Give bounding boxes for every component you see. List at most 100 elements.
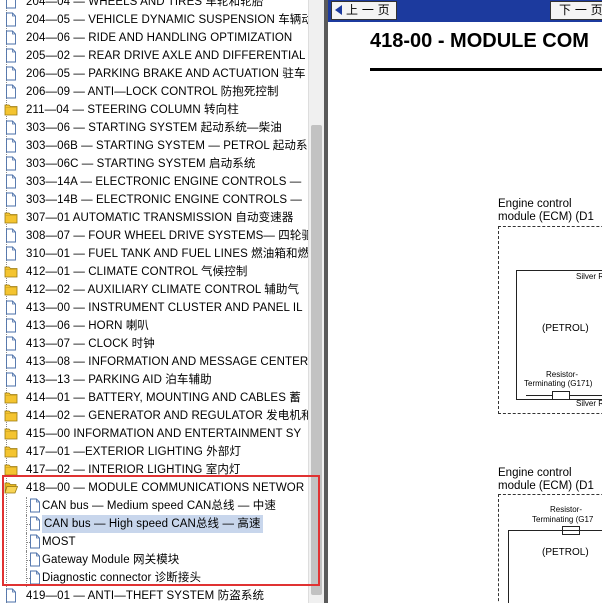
folder-icon [4,210,18,225]
document-icon [4,156,18,171]
folder-icon [4,390,18,405]
tree-item[interactable]: 414—01 — BATTERY, MOUNTING AND CABLES 蓄 [0,389,308,407]
tree-item[interactable]: 204—05 — VEHICLE DYNAMIC SUSPENSION 车辆动 [0,11,308,29]
tree-item[interactable]: 413—06 — HORN 喇叭 [0,317,308,335]
folder-icon [4,444,18,459]
tree-item[interactable]: 413—00 — INSTRUMENT CLUSTER AND PANEL IL [0,299,308,317]
diagram1-silver-top: Silver R [576,272,602,281]
tree-item[interactable]: 303—06C — STARTING SYSTEM 启动系统 [0,155,308,173]
tree-item-label: 310—01 — FUEL TANK AND FUEL LINES 燃油箱和燃 [26,248,308,260]
diagram1-resistor-line2: Terminating (G171) [524,379,593,388]
diagram2-ecm-line1: Engine control [498,467,572,479]
tree-item[interactable]: 417—01 —EXTERIOR LIGHTING 外部灯 [0,443,308,461]
tree-item[interactable]: 310—01 — FUEL TANK AND FUEL LINES 燃油箱和燃 [0,245,308,263]
tree-item-label: 413—06 — HORN 喇叭 [26,320,150,332]
tree-item-label: 413—07 — CLOCK 时钟 [26,338,155,350]
tree-item-label: 413—08 — INFORMATION AND MESSAGE CENTER [26,356,308,368]
document-panel: 上 一 页 下 一 页 418-00 - MODULE COM Engine c… [328,0,602,603]
tree-item-label: 303—06C — STARTING SYSTEM 启动系统 [26,158,256,170]
document-icon [4,84,18,99]
left-arrow-icon [335,5,342,15]
tree-item[interactable]: 419—01 — ANTI—THEFT SYSTEM 防盗系统 [0,587,308,603]
document-icon [4,0,18,9]
tree-item[interactable]: 308—07 — FOUR WHEEL DRIVE SYSTEMS— 四轮驱 [0,227,308,245]
tree-item-label: 412—01 — CLIMATE CONTROL 气候控制 [26,266,248,278]
tree-item[interactable]: 205—02 — REAR DRIVE AXLE AND DIFFERENTIA… [0,47,308,65]
tree-item-label: 307—01 AUTOMATIC TRANSMISSION 自动变速器 [26,212,294,224]
tree-item-label: 204—05 — VEHICLE DYNAMIC SUSPENSION 车辆动 [26,14,308,26]
tree-item[interactable]: 211—04 — STEERING COLUMN 转向柱 [0,101,308,119]
document-icon [4,120,18,135]
tree-item-label: 206—05 — PARKING BRAKE AND ACTUATION 驻车 [26,68,306,80]
tree-item[interactable]: 206—09 — ANTI—LOCK CONTROL 防抱死控制 [0,83,308,101]
document-icon [4,354,18,369]
tree-item-label: 413—13 — PARKING AID 泊车辅助 [26,374,212,386]
tree-item-label: 413—00 — INSTRUMENT CLUSTER AND PANEL IL [26,302,303,314]
tree-item[interactable]: 415—00 INFORMATION AND ENTERTAINMENT SY [0,425,308,443]
diagram2-petrol-label: (PETROL) [542,547,589,558]
document-icon [4,300,18,315]
document-icon [4,174,18,189]
document-icon [4,48,18,63]
tree-item[interactable]: 303—14B — ELECTRONIC ENGINE CONTROLS — [0,191,308,209]
tree-item-label: 211—04 — STEERING COLUMN 转向柱 [26,104,239,116]
tree-item[interactable]: 412—02 — AUXILIARY CLIMATE CONTROL 辅助气 [0,281,308,299]
folder-icon [4,282,18,297]
diagram2-module-box [508,530,602,603]
document-icon [4,372,18,387]
tree-item[interactable]: 204—04 — WHEELS AND TIRES 车轮和轮胎 [0,0,308,11]
tree-item-label: 417—01 —EXTERIOR LIGHTING 外部灯 [26,446,242,458]
previous-page-button[interactable]: 上 一 页 [331,1,397,20]
tree-item[interactable]: 303—06B — STARTING SYSTEM — PETROL 起动系 [0,137,308,155]
tree-item-label: 414—01 — BATTERY, MOUNTING AND CABLES 蓄 [26,392,301,404]
document-icon [4,138,18,153]
tree-item[interactable]: 413—07 — CLOCK 时钟 [0,335,308,353]
highlight-box [2,475,320,586]
folder-icon [4,426,18,441]
document-icon [4,588,18,603]
diagram1-petrol-label: (PETROL) [542,323,589,334]
folder-icon [4,102,18,117]
tree-item[interactable]: 303—14A — ELECTRONIC ENGINE CONTROLS — [0,173,308,191]
tree-item[interactable]: 303—06 — STARTING SYSTEM 起动系统—柴油 [0,119,308,137]
tree-item[interactable]: 412—01 — CLIMATE CONTROL 气候控制 [0,263,308,281]
tree-item[interactable]: 414—02 — GENERATOR AND REGULATOR 发电机和 [0,407,308,425]
document-icon [4,30,18,45]
tree-item-label: 303—14B — ELECTRONIC ENGINE CONTROLS — [26,194,303,206]
diagram2-resistor-line1: Resistor- [550,505,583,514]
diagram2-ecm-line2: module (ECM) (D1 [498,480,594,492]
tree-item[interactable]: 206—05 — PARKING BRAKE AND ACTUATION 驻车 [0,65,308,83]
document-icon [4,12,18,27]
tree-item[interactable]: 204—06 — RIDE AND HANDLING OPTIMIZATION [0,29,308,47]
document-icon [4,336,18,351]
tree-item-label: 303—06B — STARTING SYSTEM — PETROL 起动系 [26,140,308,152]
title-rule [370,68,602,71]
previous-page-label: 上 一 页 [346,3,390,17]
tree-item-label: 419—01 — ANTI—THEFT SYSTEM 防盗系统 [26,590,265,602]
tree-item[interactable]: 413—08 — INFORMATION AND MESSAGE CENTER [0,353,308,371]
diagram2-resistor-line2: Terminating (G17 [532,515,594,524]
tree-item-label: 303—06 — STARTING SYSTEM 起动系统—柴油 [26,122,282,134]
tree-item-label: 412—02 — AUXILIARY CLIMATE CONTROL 辅助气 [26,284,300,296]
tree-item-label: 205—02 — REAR DRIVE AXLE AND DIFFERENTIA… [26,50,306,62]
tree-item-label: 414—02 — GENERATOR AND REGULATOR 发电机和 [26,410,308,422]
folder-icon [4,408,18,423]
diagram1-ecm-label: Engine control module (ECM) (D1 [498,198,594,224]
tree-item-label: 206—09 — ANTI—LOCK CONTROL 防抱死控制 [26,86,279,98]
tree-item-label: 308—07 — FOUR WHEEL DRIVE SYSTEMS— 四轮驱 [26,230,308,242]
tree-item-label: 415—00 INFORMATION AND ENTERTAINMENT SY [26,428,302,440]
resistor-icon [552,391,570,400]
document-toolbar: 上 一 页 下 一 页 [328,0,602,22]
document-icon [4,246,18,261]
diagram2-ecm-label: Engine control module (ECM) (D1 [498,467,594,493]
document-icon [4,318,18,333]
tree-item-label: 303—14A — ELECTRONIC ENGINE CONTROLS — [26,176,302,188]
next-page-label: 下 一 页 [559,3,602,17]
tree-item[interactable]: 413—13 — PARKING AID 泊车辅助 [0,371,308,389]
document-icon [4,66,18,81]
diagram1-ecm-line2: module (ECM) (D1 [498,211,594,223]
diagram1-resistor-line1: Resistor- [546,370,579,379]
next-page-button[interactable]: 下 一 页 [550,1,602,20]
page-title: 418-00 - MODULE COM [370,30,589,52]
tree-item[interactable]: 307—01 AUTOMATIC TRANSMISSION 自动变速器 [0,209,308,227]
